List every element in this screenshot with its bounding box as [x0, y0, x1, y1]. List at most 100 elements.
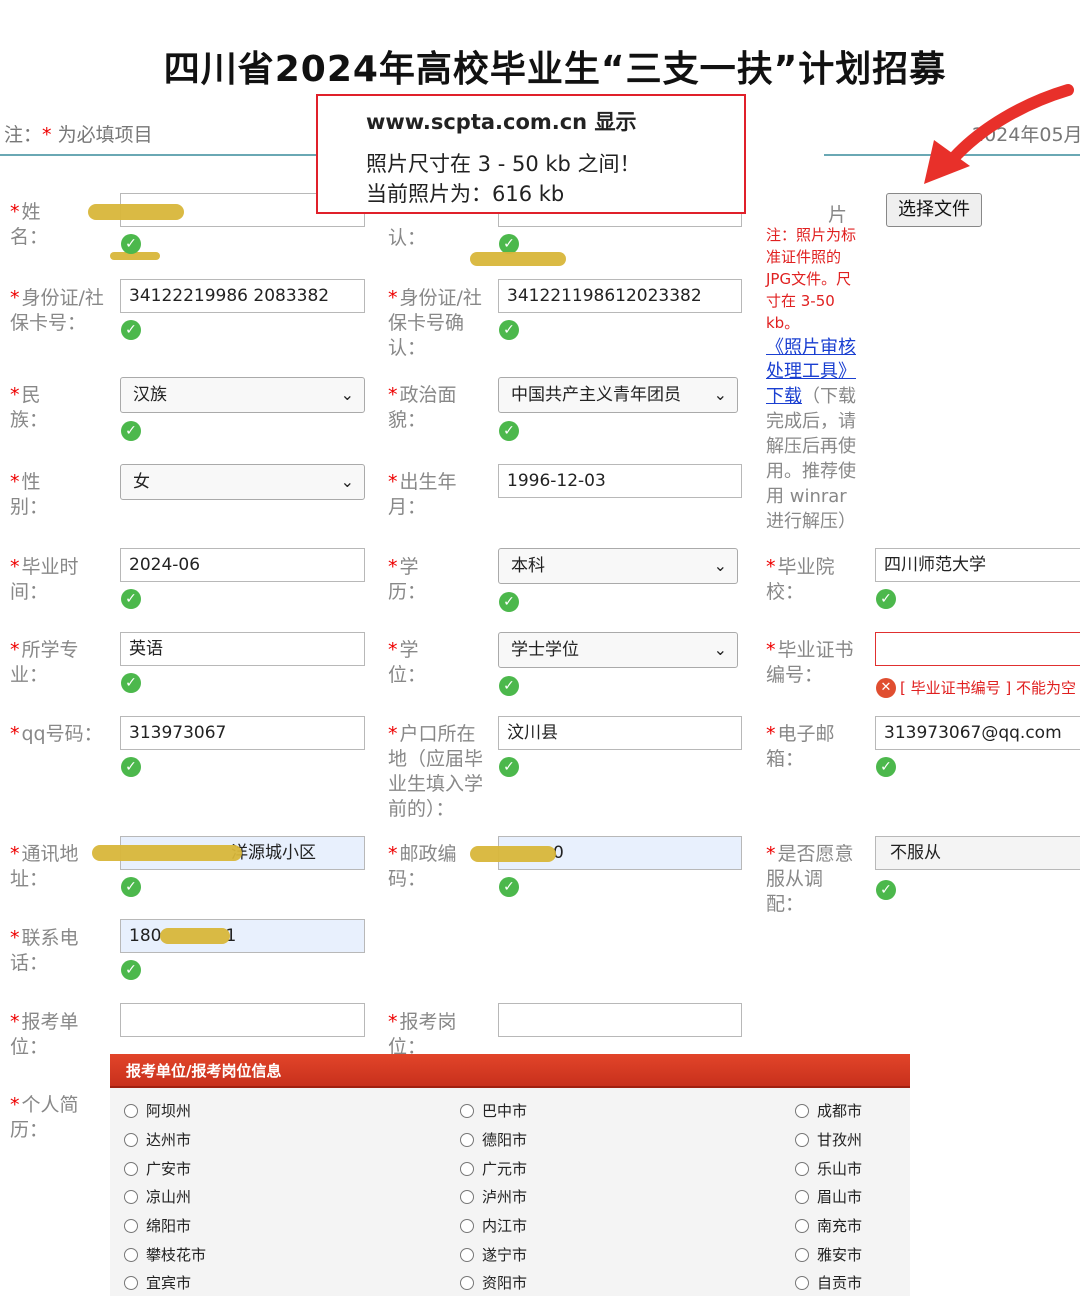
region-option[interactable]: 德阳市 — [460, 1129, 527, 1150]
region-panel-title: 报考单位/报考岗位信息 — [110, 1054, 910, 1088]
grad-time-input[interactable]: 2024-06 — [120, 548, 365, 582]
id-label: * 身份证/社保卡号： — [10, 287, 104, 334]
radio-icon — [460, 1248, 474, 1262]
school-input[interactable]: 四川师范大学 — [875, 548, 1080, 582]
radio-icon — [795, 1190, 809, 1204]
radio-icon — [124, 1190, 138, 1204]
radio-icon — [124, 1248, 138, 1262]
major-input[interactable]: 英语 — [120, 632, 365, 666]
chevron-down-icon: ⌄ — [713, 640, 727, 659]
region-option[interactable]: 巴中市 — [460, 1100, 527, 1121]
unit-label: * 报考单位： — [10, 1011, 79, 1058]
region-option[interactable]: 雅安市 — [795, 1244, 862, 1265]
valid-check-icon: ✓ — [499, 877, 519, 897]
valid-check-icon: ✓ — [499, 592, 519, 612]
region-option[interactable]: 达州市 — [124, 1129, 191, 1150]
chevron-down-icon: ⌄ — [713, 556, 727, 575]
degree-select[interactable]: 学士学位 ⌄ — [498, 632, 738, 668]
resume-label: * 个人简历： — [10, 1094, 79, 1141]
birth-input[interactable]: 1996-12-03 — [498, 464, 742, 498]
photo-label: 片 — [828, 204, 848, 226]
region-option[interactable]: 绵阳市 — [124, 1215, 191, 1236]
cert-input[interactable] — [875, 632, 1080, 666]
region-option[interactable]: 广安市 — [124, 1158, 191, 1179]
qq-label: * qq号码： — [10, 723, 103, 745]
region-option[interactable]: 资阳市 — [460, 1272, 527, 1293]
birth-label: * 出生年月： — [388, 471, 457, 518]
download-link[interactable]: 下载 — [766, 386, 802, 407]
phone-input[interactable]: 180 1 — [120, 919, 365, 953]
adjust-select[interactable]: 不服从 — [875, 836, 1080, 870]
chevron-down-icon: ⌄ — [713, 385, 727, 404]
ethnicity-select[interactable]: 汉族 ⌄ — [120, 377, 365, 413]
valid-check-icon: ✓ — [499, 676, 519, 696]
radio-icon — [124, 1104, 138, 1118]
valid-check-icon: ✓ — [121, 673, 141, 693]
region-option[interactable]: 攀枝花市 — [124, 1244, 206, 1265]
note-prefix: 注： — [4, 124, 43, 146]
valid-check-icon: ✓ — [121, 320, 141, 340]
region-option[interactable]: 凉山州 — [124, 1186, 191, 1207]
region-panel: 报考单位/报考岗位信息 阿坝州 达州市 广安市 凉山州 绵阳市 攀枝花市 宜宾市… — [110, 1054, 910, 1296]
education-label: * 学历： — [388, 556, 427, 603]
radio-icon — [460, 1104, 474, 1118]
radio-icon — [124, 1162, 138, 1176]
id-confirm-label: * 身份证/社保卡号确认： — [388, 287, 482, 359]
alert-message-current-size: 当前照片为：616 kb — [366, 182, 565, 206]
valid-check-icon: ✓ — [121, 757, 141, 777]
redaction-mark — [110, 252, 160, 260]
email-input[interactable]: 313973067@qq.com — [875, 716, 1080, 750]
address-label: * 通讯地址： — [10, 843, 79, 890]
region-option[interactable]: 泸州市 — [460, 1186, 527, 1207]
political-label: * 政治面貌： — [388, 384, 457, 431]
red-arrow-annotation — [924, 84, 1074, 184]
radio-icon — [460, 1219, 474, 1233]
valid-check-icon: ✓ — [121, 421, 141, 441]
email-label: * 电子邮箱： — [766, 723, 835, 770]
radio-icon — [795, 1248, 809, 1262]
photo-note: 注：照片为标准证件照的JPG文件。尺寸在 3-50 kb。 — [766, 226, 857, 332]
valid-check-icon: ✓ — [499, 320, 519, 340]
post-input[interactable] — [498, 1003, 742, 1037]
unit-input[interactable] — [120, 1003, 365, 1037]
alert-dialog: www.scpta.com.cn 显示 照片尺寸在 3 - 50 kb 之间！ … — [316, 94, 746, 214]
choose-file-button[interactable]: 选择文件 — [886, 193, 982, 227]
qq-input[interactable]: 313973067 — [120, 716, 365, 750]
error-icon: ✕ — [876, 678, 896, 698]
required-star: * — [42, 124, 52, 146]
postcode-label: * 邮政编码： — [388, 843, 457, 890]
region-option[interactable]: 自贡市 — [795, 1272, 862, 1293]
chevron-down-icon: ⌄ — [340, 385, 354, 404]
valid-check-icon: ✓ — [876, 757, 896, 777]
valid-check-icon: ✓ — [876, 880, 896, 900]
region-option[interactable]: 遂宁市 — [460, 1244, 527, 1265]
ethnicity-label: * 民族： — [10, 384, 49, 431]
region-option[interactable]: 南充市 — [795, 1215, 862, 1236]
radio-icon — [795, 1133, 809, 1147]
gender-select[interactable]: 女 ⌄ — [120, 464, 365, 500]
region-option[interactable]: 眉山市 — [795, 1186, 862, 1207]
region-option[interactable]: 阿坝州 — [124, 1100, 191, 1121]
name-confirm-label: 认： — [388, 227, 427, 249]
photo-tip: 下载（下载完成后，请解压后再使用。推荐使用 winrar 进行解压） — [766, 384, 862, 534]
region-option[interactable]: 宜宾市 — [124, 1272, 191, 1293]
region-option[interactable]: 成都市 — [795, 1100, 862, 1121]
hukou-label: * 户口所在地（应届毕业生填入学前的）： — [388, 723, 484, 820]
adjust-label: * 是否愿意服从调配： — [766, 843, 854, 915]
radio-icon — [460, 1133, 474, 1147]
region-option[interactable]: 内江市 — [460, 1215, 527, 1236]
region-option[interactable]: 广元市 — [460, 1158, 527, 1179]
photo-tool-link[interactable]: 《照片审核处理工具》 — [766, 336, 862, 384]
valid-check-icon: ✓ — [121, 589, 141, 609]
region-option[interactable]: 甘孜州 — [795, 1129, 862, 1150]
redaction-mark — [160, 928, 230, 944]
political-select[interactable]: 中国共产主义青年团员 ⌄ — [498, 377, 738, 413]
id-input[interactable]: 34122219986 2083382 — [120, 279, 365, 313]
hukou-input[interactable]: 汶川县 — [498, 716, 742, 750]
photo-tip-text: （下载完成后，请解压后再使用。推荐使用 winrar 进行解压） — [766, 386, 856, 532]
valid-check-icon: ✓ — [121, 234, 141, 254]
region-option[interactable]: 乐山市 — [795, 1158, 862, 1179]
education-select[interactable]: 本科 ⌄ — [498, 548, 738, 584]
id-confirm-input[interactable]: 341221198612023382 — [498, 279, 742, 313]
degree-label: * 学位： — [388, 639, 427, 686]
